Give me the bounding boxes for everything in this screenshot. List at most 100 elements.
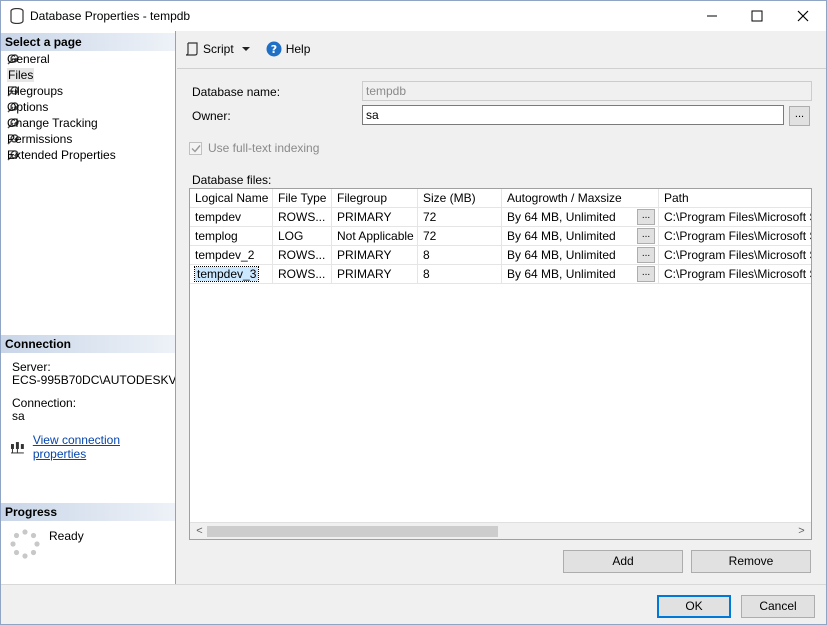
table-row[interactable]: tempdev_2 ROWS... PRIMARY 8 By 64 MB, Unlimi… [190, 246, 811, 265]
table-cell[interactable]: By 64 MB, Unlimited... [502, 265, 659, 284]
progress-spinner-icon [10, 529, 40, 559]
column-header[interactable]: Path [659, 189, 811, 208]
cell-value: Not Applicable [337, 229, 414, 243]
scroll-left-button[interactable]: < [193, 525, 206, 538]
table-cell[interactable]: By 64 MB, Unlimited... [502, 246, 659, 265]
add-button[interactable]: Add [563, 550, 683, 573]
window-title: Database Properties - tempdb [30, 9, 191, 23]
table-cell[interactable]: 8 [418, 246, 502, 265]
scrollbar-thumb[interactable] [207, 526, 498, 537]
fulltext-indexing-checkbox[interactable] [189, 141, 202, 155]
minimize-button[interactable] [689, 1, 735, 31]
close-button[interactable] [780, 1, 826, 31]
owner-field[interactable]: sa [362, 105, 784, 125]
table-cell[interactable]: C:\Program Files\Microsoft SQ [659, 227, 811, 246]
column-header[interactable]: File Type [273, 189, 332, 208]
cell-value: By 64 MB, Unlimited [507, 267, 616, 281]
page-item-permissions[interactable]: Permissions [7, 131, 72, 147]
page-item-options[interactable]: Options [7, 99, 48, 115]
autogrowth-edit-button[interactable]: ... [637, 209, 655, 225]
table-cell[interactable]: C:\Program Files\Microsoft SQ [659, 265, 811, 284]
progress-status: Ready [49, 529, 84, 543]
table-cell[interactable]: LOG [273, 227, 332, 246]
cell-value: PRIMARY [337, 248, 392, 262]
database-files-grid[interactable]: Logical Name File Type Filegroup Size (MB) A… [189, 188, 812, 540]
server-label: Server: [12, 360, 51, 374]
cell-value: 8 [423, 248, 430, 262]
horizontal-scrollbar[interactable]: < > [190, 522, 811, 539]
minimize-icon [707, 15, 717, 17]
database-properties-window: Database Properties - tempdb Select a pa… [0, 0, 827, 625]
scroll-right-button[interactable]: > [795, 525, 808, 538]
table-cell[interactable]: 8 [418, 265, 502, 284]
connection-value: sa [12, 409, 25, 423]
table-cell[interactable]: PRIMARY [332, 246, 418, 265]
table-cell[interactable]: C:\Program Files\Microsoft SQ [659, 246, 811, 265]
cell-value: PRIMARY [337, 267, 392, 281]
script-label: Script [203, 42, 234, 56]
table-cell[interactable]: ROWS... [273, 208, 332, 227]
ok-button[interactable]: OK [657, 595, 731, 618]
table-cell[interactable]: ROWS... [273, 265, 332, 284]
cell-value: LOG [278, 229, 304, 243]
table-cell[interactable]: tempdev [190, 208, 273, 227]
cancel-button[interactable]: Cancel [741, 595, 815, 618]
table-cell[interactable]: tempdev_2 [190, 246, 273, 265]
table-cell[interactable]: 72 [418, 227, 502, 246]
page-list: General Files Filegroups Options Change Trac… [7, 51, 116, 163]
progress-header: Progress [1, 503, 175, 521]
cell-value: templog [195, 229, 238, 243]
connection-label: Connection: [12, 396, 77, 410]
script-icon [185, 42, 198, 56]
checkmark-icon [191, 144, 201, 153]
help-button[interactable]: ? Help [266, 41, 311, 57]
autogrowth-edit-button[interactable]: ... [637, 247, 655, 263]
table-cell[interactable]: PRIMARY [332, 208, 418, 227]
table-cell[interactable]: tempdev_3 [190, 265, 273, 284]
title-bar: Database Properties - tempdb [1, 1, 826, 31]
cell-value: By 64 MB, Unlimited [507, 210, 616, 224]
cell-value: tempdev_3 [193, 266, 260, 282]
page-item-change-tracking[interactable]: Change Tracking [7, 115, 98, 131]
table-cell[interactable]: ROWS... [273, 246, 332, 265]
table-cell[interactable]: C:\Program Files\Microsoft SQ [659, 208, 811, 227]
table-cell[interactable]: PRIMARY [332, 265, 418, 284]
table-row[interactable]: tempdev ROWS... PRIMARY 72 By 64 MB, Unlimit… [190, 208, 811, 227]
cell-value: C:\Program Files\Microsoft SQ [664, 248, 811, 262]
table-row[interactable]: templog LOG Not Applicable 72 By 64 MB, Unli… [190, 227, 811, 246]
database-name-label: Database name: [192, 85, 281, 99]
cell-value: 8 [423, 267, 430, 281]
cell-value: ROWS... [278, 248, 326, 262]
help-label: Help [285, 42, 311, 56]
column-header[interactable]: Size (MB) [418, 189, 502, 208]
view-connection-properties-link[interactable]: View connection properties [33, 433, 175, 461]
page-item-files[interactable]: Files [7, 67, 35, 83]
table-cell[interactable]: By 64 MB, Unlimited... [502, 208, 659, 227]
page-item-general[interactable]: General [7, 51, 50, 67]
column-header[interactable]: Autogrowth / Maxsize [502, 189, 659, 208]
script-button[interactable]: Script [185, 42, 256, 56]
page-item-label: Filegroups [7, 84, 64, 98]
table-cell[interactable]: By 64 MB, Unlimited... [502, 227, 659, 246]
table-row[interactable]: tempdev_3 ROWS... PRIMARY 8 By 64 MB, Unlimi… [190, 265, 811, 284]
page-item-extended-properties[interactable]: Extended Properties [7, 147, 116, 163]
owner-browse-button[interactable]: ... [789, 106, 810, 126]
page-item-label: Files [7, 68, 35, 82]
column-header[interactable]: Filegroup [332, 189, 418, 208]
page-item-filegroups[interactable]: Filegroups [7, 83, 63, 99]
dialog-button-bar: OK Cancel [1, 584, 826, 624]
page-item-label: Options [7, 100, 49, 114]
column-header[interactable]: Logical Name [190, 189, 273, 208]
connection-info: Server: ECS-995B70DC\AUTODESKVAU Connect… [12, 361, 175, 423]
view-connection-properties[interactable]: View connection properties [10, 433, 175, 461]
dropdown-arrow-icon[interactable] [240, 44, 252, 54]
table-cell[interactable]: 72 [418, 208, 502, 227]
table-cell[interactable]: Not Applicable [332, 227, 418, 246]
remove-button[interactable]: Remove [691, 550, 811, 573]
table-cell[interactable]: templog [190, 227, 273, 246]
select-page-header: Select a page [1, 33, 175, 51]
maximize-button[interactable] [734, 1, 780, 31]
autogrowth-edit-button[interactable]: ... [637, 266, 655, 282]
autogrowth-edit-button[interactable]: ... [637, 228, 655, 244]
maximize-icon [751, 10, 763, 22]
